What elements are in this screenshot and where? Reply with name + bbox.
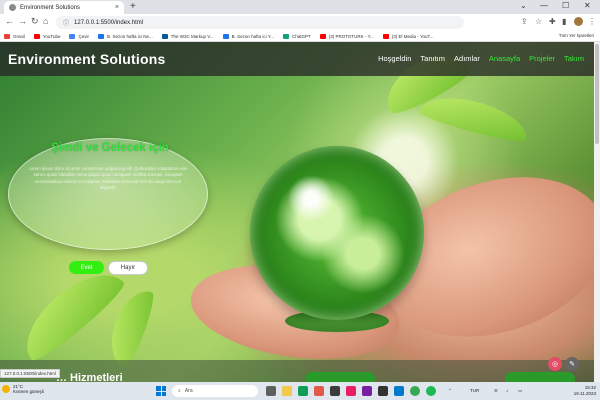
browser-tab[interactable]: Environment Solutions × (4, 1, 124, 14)
back-button[interactable]: ← (5, 16, 14, 26)
bookmark-item[interactable]: (3) PROTOTURK - Y... (319, 33, 374, 39)
no-button[interactable]: Hayır (108, 261, 148, 275)
app-icon[interactable] (362, 386, 372, 396)
terminal-icon[interactable] (378, 386, 388, 396)
wifi-icon[interactable]: ≋ (494, 388, 498, 394)
tray-overflow-icon[interactable]: ⌃ (448, 388, 452, 394)
youtube-icon (33, 33, 40, 39)
app-icon[interactable] (330, 386, 340, 396)
url-text: 127.0.0.1:5500/index.html (74, 19, 144, 26)
chatgpt-icon (282, 33, 289, 39)
minimize-button[interactable]: — (540, 1, 548, 10)
hero-body: Lorem ipsum dolor sit amet consectetur a… (28, 166, 188, 191)
search-placeholder: Ara (184, 388, 193, 394)
section-pill[interactable] (305, 372, 375, 382)
bookmark-translate[interactable]: Çevir (69, 33, 89, 39)
hero-title: Şimdi ve Gelecek için (51, 142, 169, 154)
bookmark-favicon-icon (97, 33, 104, 39)
new-tab-button[interactable]: + (130, 1, 136, 12)
site-header: Environment Solutions Hoşgeldin Tanıtım … (0, 42, 594, 76)
tab-search-icon[interactable]: ⌄ (520, 1, 527, 10)
status-url: 127.0.0.1:5500/index.html (0, 369, 60, 378)
browser-toolbar: ← → ↻ ⌂ ⓘ 127.0.0.1:5500/index.html ⇪ ☆ … (0, 14, 600, 31)
volume-icon[interactable]: ♪ (506, 388, 508, 393)
page-viewport: Environment Solutions Hoşgeldin Tanıtım … (0, 42, 594, 382)
search-icon: ⌕ (178, 388, 181, 394)
tab-title: Environment Solutions (20, 4, 81, 11)
address-bar[interactable]: ⓘ 127.0.0.1:5500/index.html (56, 16, 464, 29)
taskbar-search[interactable]: ⌕ Ara (172, 385, 258, 397)
record-icon[interactable]: ◎ (548, 357, 562, 371)
clock-time: 15:32 (584, 385, 596, 390)
bookmark-star-icon[interactable]: ☆ (535, 17, 542, 26)
share-icon[interactable]: ⇪ (521, 17, 528, 26)
app-icon[interactable] (426, 386, 436, 396)
bookmarks-bar: Gmail YouTube Çevir B. Sezon hafta ici N… (0, 31, 600, 42)
sun-icon (2, 385, 10, 393)
tab-close-icon[interactable]: × (115, 4, 119, 11)
nav-item-tanitim[interactable]: Tanıtım (420, 54, 445, 63)
task-view-icon[interactable] (266, 386, 276, 396)
site-brand[interactable]: Environment Solutions (8, 51, 165, 67)
clock[interactable]: 15:32 19.11.2023 (574, 385, 596, 397)
bookmark-item[interactable]: B. Sezon hafta ici Y... (222, 33, 274, 39)
close-window-button[interactable]: ✕ (584, 1, 591, 10)
chrome-icon[interactable] (410, 386, 420, 396)
profile-avatar[interactable] (574, 17, 583, 26)
bookmark-chatgpt[interactable]: ChatGPT (282, 33, 311, 39)
clock-date: 19.11.2023 (573, 391, 596, 396)
globe-icon (9, 4, 16, 11)
battery-icon[interactable]: ▭ (518, 388, 522, 394)
scrollbar-thumb[interactable] (595, 44, 599, 144)
sidepanel-icon[interactable]: ▮ (562, 17, 566, 26)
yes-button[interactable]: Evet (69, 261, 104, 274)
nav-item-takim[interactable]: Takım (564, 54, 584, 63)
nav-item-hosgeldin[interactable]: Hoşgeldin (378, 54, 411, 63)
windows-taskbar: 21°C Kısmen güneşli ⌕ Ara ⌃ TUR ≋ ♪ ▭ 15… (0, 382, 600, 400)
home-button[interactable]: ⌂ (43, 16, 48, 26)
edit-icon[interactable]: ✎ (565, 357, 579, 371)
section-pill[interactable] (505, 372, 575, 382)
services-title: … Hizmetleri (56, 372, 123, 382)
weather-widget[interactable]: 21°C Kısmen güneşli (2, 384, 44, 394)
youtube-icon (382, 33, 389, 39)
reload-button[interactable]: ↻ (31, 16, 39, 27)
bookmark-item[interactable]: (3) El Media - YouT... (382, 33, 434, 39)
edge-icon[interactable] (298, 386, 308, 396)
bookmark-gmail[interactable]: Gmail (4, 33, 25, 39)
nav-item-adimlar[interactable]: Adımlar (454, 54, 480, 63)
bookmark-favicon-icon (222, 33, 229, 39)
youtube-icon (319, 33, 326, 39)
extensions-icon[interactable]: ✚ (549, 17, 556, 26)
file-explorer-icon[interactable] (282, 386, 292, 396)
translate-icon (69, 33, 76, 39)
nav-item-projeler[interactable]: Projeler (529, 54, 555, 63)
menu-icon[interactable]: ⋮ (588, 17, 596, 26)
hero-card (8, 138, 208, 250)
windows-start-icon[interactable] (156, 386, 166, 396)
page-scrollbar[interactable] (594, 42, 600, 382)
bookmark-item[interactable]: The W3C Markup V... (161, 33, 214, 39)
vscode-icon[interactable] (394, 386, 404, 396)
all-bookmarks-button[interactable]: Tüm Yer İşaretleri (559, 33, 594, 38)
nav-item-anasayfa[interactable]: Anasayfa (489, 54, 520, 63)
app-icon[interactable] (346, 386, 356, 396)
glass-globe-image (250, 146, 424, 320)
language-indicator[interactable]: TUR (470, 388, 479, 393)
weather-desc: Kısmen güneşli (13, 389, 44, 394)
maximize-button[interactable]: ☐ (562, 1, 569, 10)
browser-tab-bar: Environment Solutions × + ⌄ — ☐ ✕ (0, 0, 600, 14)
gmail-icon (4, 33, 10, 39)
bookmark-youtube[interactable]: YouTube (33, 33, 60, 39)
forward-button[interactable]: → (18, 16, 27, 26)
w3c-icon (161, 33, 168, 39)
app-icon[interactable] (314, 386, 324, 396)
bookmark-item[interactable]: B. Sezon hafta ici Ne... (97, 33, 153, 39)
site-nav: Hoşgeldin Tanıtım Adımlar Anasayfa Proje… (378, 54, 584, 63)
info-icon[interactable]: ⓘ (63, 18, 69, 27)
